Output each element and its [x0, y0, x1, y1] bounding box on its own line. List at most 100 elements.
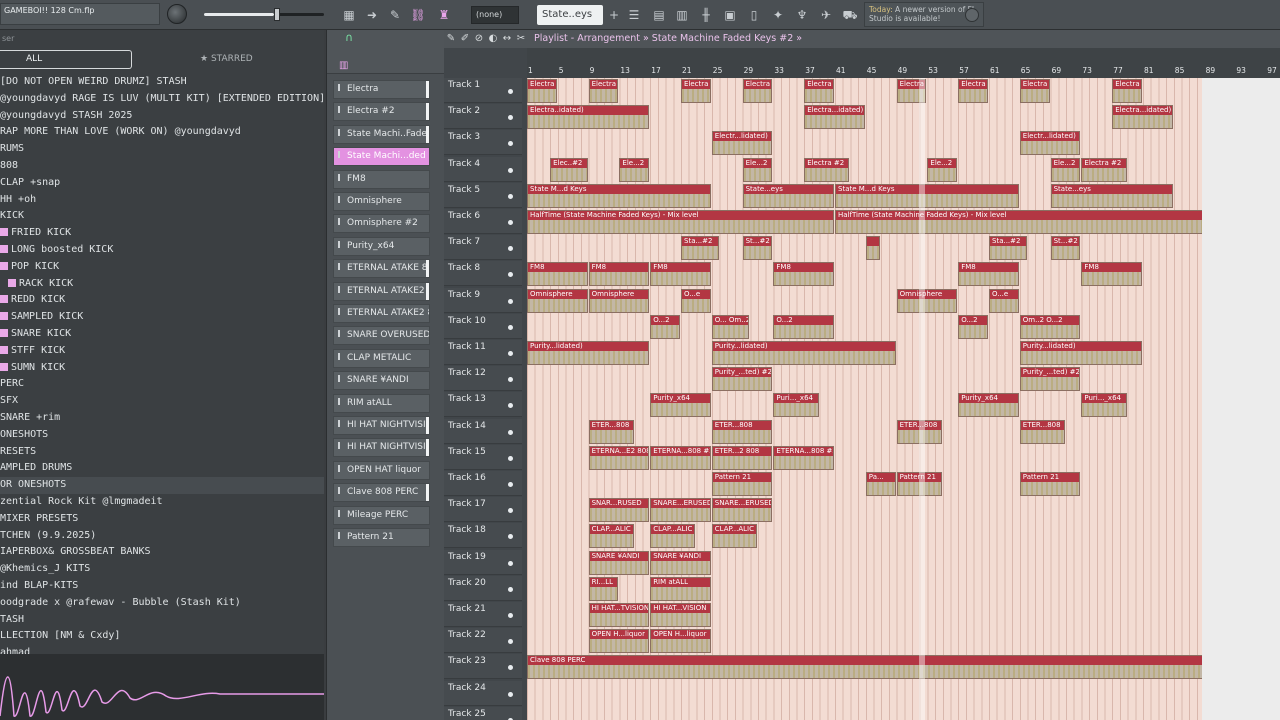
link-icon[interactable]: ⛓: [409, 6, 427, 24]
track-header[interactable]: Track 23: [444, 654, 522, 680]
browser-item[interactable]: FRIED KICK: [0, 225, 324, 242]
browser-item[interactable]: OR ONESHOTS: [0, 477, 324, 494]
playlist-clip[interactable]: Electra: [958, 79, 988, 103]
pattern-select[interactable]: State..eys #2: [537, 5, 603, 40]
playlist-clip[interactable]: O...2: [958, 314, 988, 339]
playlist-clip[interactable]: SNARE...ERUSED: [711, 498, 773, 523]
browser-item[interactable]: IAPERBOX& GROSSBEAT BANKS: [0, 544, 324, 561]
brush-tool-icon[interactable]: ✐: [458, 30, 472, 48]
playlist-clip[interactable]: Purity_x64: [650, 393, 711, 418]
playlist-clip[interactable]: O...e: [681, 288, 711, 313]
playlist-clip[interactable]: Purity_...ted) #2: [1019, 367, 1081, 392]
playlist-clip[interactable]: FM8: [958, 262, 1019, 287]
browser-item[interactable]: KICK: [0, 208, 324, 225]
master-pitch-slider[interactable]: [204, 8, 324, 21]
slice-tool-icon[interactable]: ✂: [514, 30, 528, 48]
playlist-clip[interactable]: Ele...2: [742, 157, 773, 182]
track-header[interactable]: Track 9: [444, 287, 522, 313]
track-mute-led[interactable]: [508, 377, 513, 383]
track-mute-led[interactable]: [508, 403, 513, 409]
playlist-clip[interactable]: Pattern 21: [711, 472, 773, 496]
playlist-clip[interactable]: Electra: [1019, 79, 1050, 103]
track-header[interactable]: Track 6: [444, 209, 522, 234]
playlist-clip[interactable]: State...eys: [1050, 183, 1173, 208]
browser-item[interactable]: @youngdavyd STASH 2025: [0, 108, 324, 125]
track-mute-led[interactable]: [508, 193, 513, 199]
playlist-clip[interactable]: Purity...lidated): [711, 341, 896, 365]
browser-item[interactable]: @Khemics_J KITS: [0, 561, 324, 578]
master-volume-knob[interactable]: [167, 4, 187, 24]
pattern-item[interactable]: Omnisphere #2: [333, 214, 430, 234]
browser-item[interactable]: CLAP +snap: [0, 175, 324, 192]
browser-item[interactable]: RACK KICK: [0, 276, 324, 293]
pattern-item[interactable]: State Machi...ded Keys #2: [333, 147, 430, 167]
browser-item[interactable]: RUMS: [0, 141, 324, 158]
mic-icon[interactable]: ♆: [793, 6, 811, 24]
browser-item[interactable]: POP KICK: [0, 259, 324, 276]
playlist-clip[interactable]: HI HAT...TVISION: [588, 603, 650, 627]
browser-item[interactable]: PERC: [0, 376, 324, 393]
track-header[interactable]: Track 8: [444, 261, 522, 287]
browser-item[interactable]: LLECTION [NM & Cxdy]: [0, 628, 324, 645]
piano-icon[interactable]: ▦: [340, 6, 358, 24]
browser-item[interactable]: [DO NOT OPEN WEIRD DRUMZ] STASH: [0, 74, 324, 91]
track-header[interactable]: Track 11: [444, 340, 522, 365]
cart-icon[interactable]: ⛟: [841, 6, 859, 24]
playlist-clip[interactable]: Omnisphere: [527, 288, 588, 313]
playlist-clip[interactable]: O... Om..2: [711, 314, 750, 339]
playlist-clip[interactable]: ETER...2 808: [711, 445, 773, 470]
track-header[interactable]: Track 2: [444, 104, 522, 130]
track-mute-led[interactable]: [508, 455, 513, 461]
playlist-clip[interactable]: RIM atALL: [650, 576, 711, 601]
playlist-clip[interactable]: St...#2: [742, 236, 773, 261]
browser-item[interactable]: ONESHOTS: [0, 427, 324, 444]
arrow-right-icon[interactable]: ➜: [363, 6, 381, 24]
stamp-icon[interactable]: ♜: [435, 6, 453, 24]
track-mute-led[interactable]: [508, 167, 513, 173]
playlist-clip[interactable]: Ele...2: [619, 157, 650, 182]
playlist-clip[interactable]: Omnisphere: [896, 288, 958, 313]
playlist-clip[interactable]: SNAR...RUSED: [588, 498, 650, 523]
track-mute-led[interactable]: [508, 508, 513, 514]
playlist-clip[interactable]: OPEN H...liquor: [588, 629, 650, 654]
browser-item[interactable]: TCHEN (9.9.2025): [0, 528, 324, 545]
track-header[interactable]: Track 24: [444, 680, 522, 706]
pattern-item[interactable]: Mileage PERC: [333, 505, 430, 525]
pencil-tool-icon[interactable]: ✎: [444, 30, 458, 48]
browser-item[interactable]: SUMN KICK: [0, 360, 324, 377]
track-mute-led[interactable]: [508, 613, 513, 618]
pencil-icon[interactable]: ✎: [386, 6, 404, 24]
playlist-clip[interactable]: RI...LL: [588, 576, 619, 601]
playlist-clip[interactable]: O...e: [989, 288, 1019, 313]
track-header[interactable]: Track 14: [444, 418, 522, 444]
pattern-item[interactable]: ETERNAL ATAKE2 808 #2: [333, 304, 430, 323]
pianoroll-icon[interactable]: ╫: [697, 6, 715, 24]
track-header[interactable]: Track 18: [444, 523, 522, 549]
browser-item[interactable]: 808: [0, 158, 324, 175]
playlist-clip[interactable]: FM8: [1081, 262, 1142, 287]
playlist-clip[interactable]: [865, 236, 881, 261]
channel-rack-icon[interactable]: ▤: [650, 6, 668, 24]
track-mute-led[interactable]: [508, 351, 513, 356]
playlist-clip[interactable]: Electra...idated): [804, 105, 865, 130]
browser-item[interactable]: @youngdavyd RAGE IS LUV (MULTI KIT) [EXT…: [0, 91, 324, 108]
pattern-item[interactable]: CLAP METALIC: [333, 348, 430, 368]
browser-item[interactable]: LONG boosted KICK: [0, 242, 324, 259]
mixer-icon[interactable]: ▥: [673, 6, 691, 24]
browser-item[interactable]: AMPLED DRUMS: [0, 460, 324, 477]
playlist-clip[interactable]: Puri..._x64: [773, 393, 819, 418]
playlist-clip[interactable]: SNARE...ERUSED: [650, 498, 711, 523]
tab-all[interactable]: ALL: [0, 50, 132, 69]
playlist-clip[interactable]: ETER...808: [588, 419, 634, 444]
browser-item[interactable]: TASH: [0, 612, 324, 629]
playhead[interactable]: [919, 78, 925, 720]
pattern-item[interactable]: State Machi..Faded Keys: [333, 124, 430, 144]
playlist-clip[interactable]: CLAP...ALIC: [588, 524, 634, 549]
playlist-clip[interactable]: SNARE ¥ANDI: [650, 550, 711, 575]
playlist-clip[interactable]: Ele...2: [927, 157, 958, 182]
track-header[interactable]: Track 17: [444, 497, 522, 523]
playlist-clip[interactable]: SNARE ¥ANDI: [588, 550, 650, 575]
playlist-clip[interactable]: Electr...lidated): [711, 131, 773, 156]
browser-item[interactable]: ahmad: [0, 645, 324, 654]
track-header[interactable]: Track 13: [444, 392, 522, 418]
